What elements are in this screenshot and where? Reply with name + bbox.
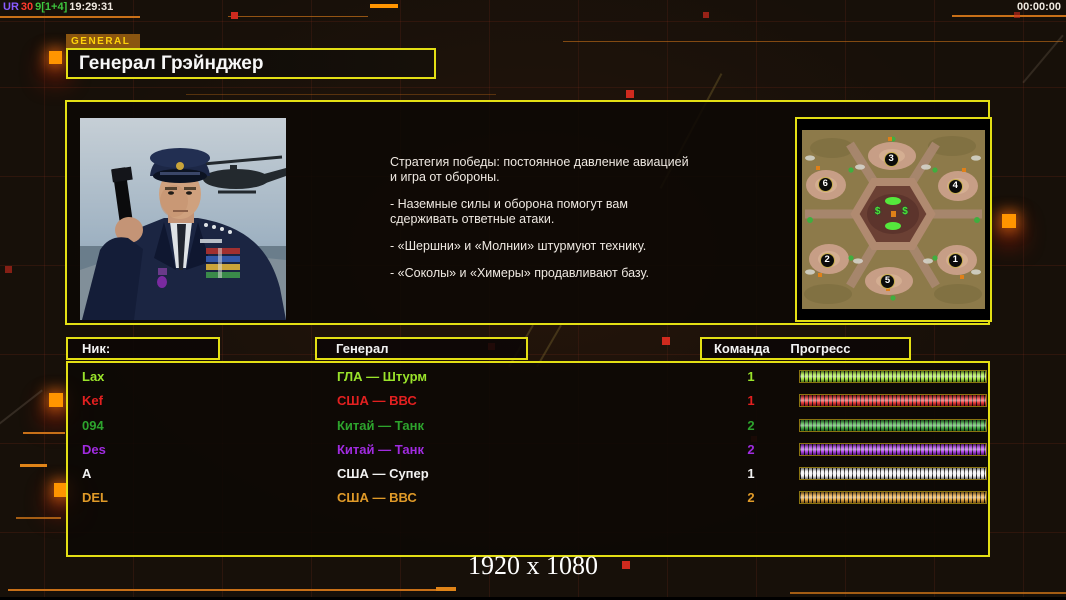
progress-bar	[799, 467, 987, 481]
player-general: США — ВВС	[337, 490, 417, 506]
header-progress: Прогресс	[790, 341, 851, 356]
player-row: Des Китай — Танк 2	[68, 439, 988, 463]
player-nick: DEL	[82, 490, 108, 506]
player-nick: Lax	[82, 369, 105, 384]
circuit-line	[0, 389, 43, 431]
progress-bar	[799, 491, 987, 505]
player-team: 2	[747, 417, 755, 433]
red-square	[5, 266, 12, 273]
general-portrait	[80, 118, 286, 320]
page-title: Генерал Грэйнджер	[79, 53, 264, 74]
player-general: ГЛА — Штурм	[337, 369, 427, 384]
general-tab: GENERAL	[66, 34, 140, 49]
player-row: Kef США — ВВС 1	[68, 390, 988, 414]
general-portrait-art	[80, 118, 286, 320]
accent-line	[436, 587, 456, 591]
player-team: 2	[747, 490, 755, 506]
supply-dollar-icon: $	[902, 206, 908, 218]
player-nick: 094	[82, 417, 104, 433]
accent-line	[23, 432, 65, 434]
title-box: Генерал Грэйнджер	[66, 48, 436, 79]
accent-line	[790, 592, 1066, 594]
resolution-label: 1920 x 1080	[468, 551, 598, 580]
strategy-paragraph: Стратегия победы: постоянное давление ав…	[390, 155, 689, 184]
purple-heart-medal	[157, 268, 167, 288]
accent-line	[8, 589, 436, 591]
accent-line	[228, 16, 368, 17]
map-start-position: 5	[880, 274, 895, 290]
player-general: США — Супер	[337, 466, 429, 482]
net-stats: UR 30 9[1+4] 19:29:31	[3, 1, 115, 13]
map-area: 3 6 4 2 1 5 $ $	[802, 130, 985, 309]
players-table-body: Lax ГЛА — Штурм 1 Kef США — ВВС 1 094 Китай — Т…	[68, 366, 988, 512]
player-row: DEL США — ВВС 2	[68, 487, 988, 511]
player-row: Lax ГЛА — Штурм 1	[68, 366, 988, 390]
progress-bar	[799, 370, 987, 383]
supply-dollar-icon: $	[874, 206, 881, 218]
header-team: Команда	[714, 341, 770, 356]
net-stat-segment: 9[1+4]	[35, 1, 68, 13]
accent-line	[370, 4, 398, 8]
player-general: Китай — Танк	[337, 441, 424, 457]
player-nick: A	[82, 466, 92, 482]
progress-bar-fill	[800, 419, 986, 431]
accent-line	[0, 16, 140, 18]
red-square	[1014, 12, 1020, 18]
red-square	[231, 12, 238, 19]
net-stat-segment: 19:29:31	[69, 1, 114, 13]
map-markers: 3 6 4 2 1 5 $ $	[802, 130, 985, 309]
progress-bar-fill	[800, 492, 986, 504]
map-start-position: 4	[947, 179, 963, 195]
match-timer: 00:00:00	[1016, 1, 1061, 13]
strategy-paragraph: - «Шершни» и «Молнии» штурмуют технику.	[390, 239, 647, 253]
player-row: A США — Супер 1	[68, 463, 988, 487]
net-stat-segment: UR	[3, 1, 19, 13]
player-team: 1	[747, 369, 755, 384]
progress-bar	[799, 394, 987, 408]
glow-square	[1002, 214, 1016, 228]
strategy-paragraph: - «Соколы» и «Химеры» продавливают базу.	[390, 266, 649, 280]
player-nick: Des	[82, 441, 106, 457]
player-row: 094 Китай — Танк 2	[68, 415, 988, 439]
player-general: США — ВВС	[337, 393, 417, 409]
progress-bar	[799, 418, 987, 432]
screen: UR 30 9[1+4] 19:29:31 00:00:00 GENERAL Гене…	[0, 0, 1066, 600]
progress-bar	[799, 442, 987, 456]
accent-line	[186, 94, 496, 95]
progress-bar-fill	[800, 395, 986, 407]
map-start-position: 3	[883, 152, 899, 168]
players-table: Lax ГЛА — Штурм 1 Kef США — ВВС 1 094 Китай — Т…	[66, 361, 990, 557]
glow-square	[49, 51, 62, 64]
player-general: Китай — Танк	[337, 417, 424, 433]
map-preview: 3 6 4 2 1 5 $ $	[795, 117, 992, 322]
general-info-panel: Стратегия победы: постоянное давление ав…	[65, 100, 992, 325]
map-start-position: 6	[817, 177, 833, 193]
player-team: 2	[747, 441, 755, 457]
strategy-text: Стратегия победы: постоянное давление ав…	[390, 155, 730, 293]
progress-bar-fill	[800, 443, 986, 455]
glow-square	[49, 393, 63, 407]
accent-line	[952, 15, 1066, 17]
accent-line	[20, 464, 47, 467]
accent-line	[16, 517, 61, 519]
red-square	[626, 90, 634, 98]
net-stat-segment: 30	[20, 1, 34, 13]
header-team-progress: Команда Прогресс	[700, 337, 911, 360]
player-team: 1	[747, 466, 755, 482]
player-nick: Kef	[82, 393, 103, 409]
map-start-position: 1	[947, 252, 963, 268]
header-general: Генерал	[315, 337, 528, 360]
header-nick: Ник:	[66, 337, 220, 360]
red-square	[662, 337, 670, 345]
map-start-position: 2	[819, 252, 835, 268]
red-square	[703, 12, 709, 18]
progress-bar-fill	[800, 371, 986, 382]
progress-bar-fill	[800, 468, 986, 480]
accent-line	[563, 41, 1063, 42]
player-team: 1	[747, 393, 755, 409]
strategy-paragraph: - Наземные силы и оборона помогут вам сд…	[390, 197, 628, 226]
